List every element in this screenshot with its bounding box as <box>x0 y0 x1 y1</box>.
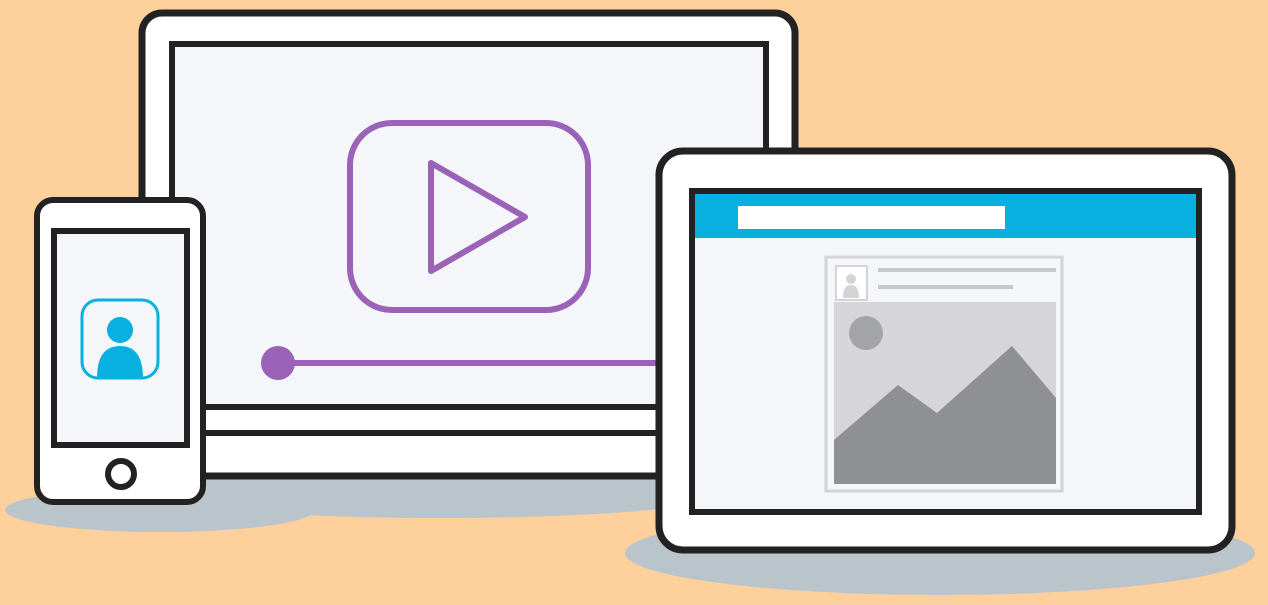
post-text-line-2 <box>878 285 1013 289</box>
smartphone-device <box>34 197 206 505</box>
illustration-canvas <box>0 0 1268 605</box>
responsive-devices-illustration <box>0 0 1268 605</box>
progress-knob[interactable] <box>261 346 295 380</box>
tablet-device <box>655 147 1236 554</box>
user-profile-icon[interactable] <box>80 298 160 380</box>
home-button-circle[interactable] <box>105 458 137 490</box>
social-post-card[interactable] <box>824 255 1064 493</box>
tablet-search-bar[interactable] <box>738 206 1005 229</box>
user-avatar-icon <box>835 265 868 301</box>
image-sun <box>849 316 883 350</box>
avatar-head <box>846 274 856 284</box>
image-placeholder-icon <box>834 302 1056 484</box>
profile-head[interactable] <box>107 317 133 343</box>
post-text-line-1 <box>878 268 1056 272</box>
home-button-icon[interactable] <box>105 458 137 490</box>
